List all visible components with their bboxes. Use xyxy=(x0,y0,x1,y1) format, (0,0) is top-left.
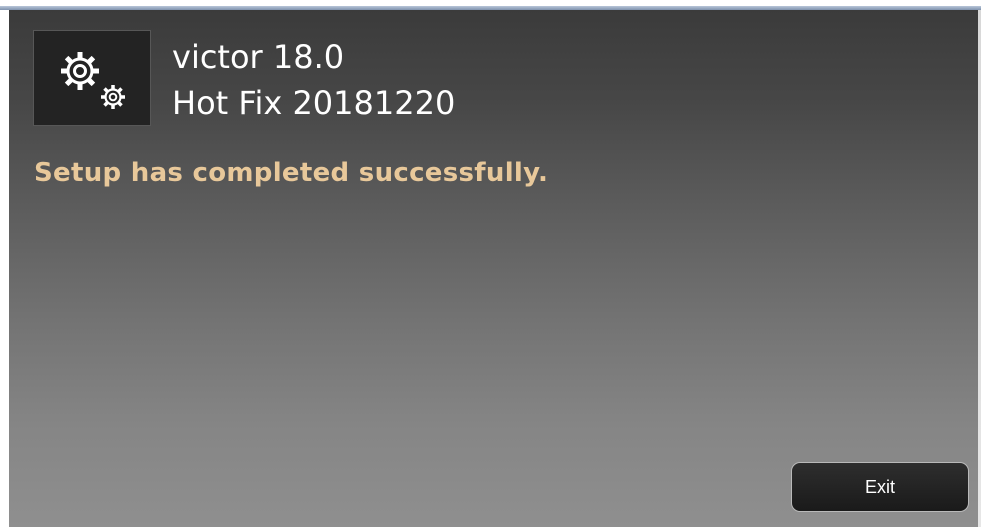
installer-panel xyxy=(9,10,981,527)
exit-button[interactable]: Exit xyxy=(791,462,969,512)
installer-window: victor 18.0 Hot Fix 20181220 Setup has c… xyxy=(0,0,981,527)
status-message: Setup has completed successfully. xyxy=(34,158,549,188)
product-icon-box xyxy=(33,30,151,126)
product-title: victor 18.0 xyxy=(172,38,345,76)
gears-icon xyxy=(61,52,125,109)
hotfix-title: Hot Fix 20181220 xyxy=(172,84,456,122)
